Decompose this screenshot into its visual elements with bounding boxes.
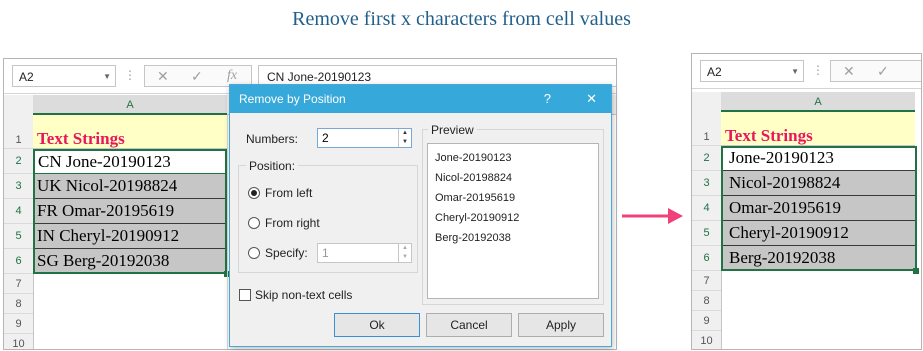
- enter-icon[interactable]: ✓: [877, 63, 889, 80]
- row-headers: 1 2 3 4 5 6 7 8 9 10: [4, 115, 34, 349]
- right-spreadsheet: A2 ▼ ⋮ ✕ ✓ A 1 2 3 4 5 6 7 8 9 10 Text S…: [691, 53, 922, 350]
- spin-down-icon[interactable]: ▼: [399, 138, 411, 147]
- select-all-corner[interactable]: [692, 92, 721, 113]
- row-header-6[interactable]: 6: [4, 249, 33, 274]
- row-header-6[interactable]: 6: [692, 246, 721, 271]
- row-header-7[interactable]: 7: [4, 274, 33, 294]
- cancel-button[interactable]: Cancel: [426, 313, 512, 337]
- row-header-1[interactable]: 1: [4, 115, 33, 149]
- numbers-value: 2: [322, 131, 329, 145]
- preview-item: Cheryl-20190912: [435, 212, 520, 224]
- arrow-right-icon: [622, 208, 683, 224]
- selection-border: [721, 146, 917, 271]
- specify-spin-buttons[interactable]: ▲ ▼: [398, 244, 411, 262]
- select-all-corner[interactable]: [4, 95, 33, 116]
- name-box[interactable]: A2 ▼: [12, 65, 116, 87]
- more-dots-icon: ⋮: [812, 63, 824, 77]
- position-label: Position:: [246, 159, 299, 173]
- cell-a1[interactable]: Text Strings: [721, 112, 915, 146]
- row-header-9[interactable]: 9: [4, 314, 33, 334]
- spin-down-icon[interactable]: ▼: [399, 253, 411, 262]
- grid-line: [227, 115, 228, 349]
- row-header-4[interactable]: 4: [692, 196, 721, 221]
- preview-list[interactable]: Jone-20190123 Nicol-20198824 Omar-201956…: [427, 143, 599, 299]
- from-left-label[interactable]: From left: [265, 186, 312, 200]
- remove-by-position-dialog: Remove by Position ? ✕ Numbers: 2 ▲ ▼ Po…: [229, 84, 612, 347]
- name-box-value: A2: [19, 70, 34, 84]
- preview-item: Jone-20190123: [435, 152, 512, 164]
- cell-a1[interactable]: Text Strings: [33, 115, 227, 149]
- column-header-a[interactable]: A: [33, 95, 227, 115]
- from-right-radio[interactable]: [248, 217, 260, 229]
- row-header-5[interactable]: 5: [692, 221, 721, 246]
- row-header-2[interactable]: 2: [4, 149, 33, 174]
- function-icon[interactable]: fx: [227, 68, 237, 84]
- specify-value: 1: [322, 246, 329, 260]
- name-box[interactable]: A2 ▼: [700, 60, 804, 82]
- specify-label[interactable]: Specify:: [265, 246, 308, 260]
- selection-border: [33, 149, 227, 274]
- dialog-titlebar[interactable]: Remove by Position ? ✕: [230, 85, 611, 113]
- preview-label: Preview: [428, 123, 477, 137]
- help-icon[interactable]: ?: [544, 85, 551, 113]
- row-header-9[interactable]: 9: [692, 311, 721, 331]
- spin-up-icon[interactable]: ▲: [399, 129, 411, 138]
- preview-item: Nicol-20198824: [435, 172, 513, 184]
- enter-icon[interactable]: ✓: [191, 68, 203, 85]
- name-box-value: A2: [707, 65, 722, 79]
- row-header-10[interactable]: 10: [4, 334, 33, 349]
- specify-radio[interactable]: [248, 247, 260, 259]
- row-header-8[interactable]: 8: [692, 291, 721, 311]
- row-header-7[interactable]: 7: [692, 271, 721, 291]
- from-right-label[interactable]: From right: [265, 216, 320, 230]
- numbers-label: Numbers:: [246, 132, 299, 146]
- page-title: Remove first x characters from cell valu…: [292, 8, 631, 30]
- row-header-5[interactable]: 5: [4, 224, 33, 249]
- more-dots-icon: ⋮: [124, 68, 136, 82]
- row-headers: 1 2 3 4 5 6 7 8 9 10: [692, 112, 722, 349]
- chevron-down-icon[interactable]: ▼: [103, 66, 111, 88]
- fill-handle[interactable]: [913, 268, 919, 274]
- specify-stepper[interactable]: 1 ▲ ▼: [317, 243, 412, 263]
- row-header-2[interactable]: 2: [692, 146, 721, 171]
- cancel-icon[interactable]: ✕: [157, 68, 169, 85]
- apply-button[interactable]: Apply: [518, 313, 604, 337]
- column-header-a[interactable]: A: [721, 92, 915, 112]
- skip-non-text-checkbox[interactable]: [239, 289, 251, 301]
- row-header-10[interactable]: 10: [692, 331, 721, 349]
- chevron-down-icon[interactable]: ▼: [791, 61, 799, 83]
- close-icon[interactable]: ✕: [586, 85, 597, 113]
- numbers-stepper[interactable]: 2 ▲ ▼: [317, 128, 412, 148]
- cancel-icon[interactable]: ✕: [843, 63, 855, 80]
- from-left-radio[interactable]: [248, 187, 260, 199]
- preview-item: Omar-20195619: [435, 192, 516, 204]
- row-header-4[interactable]: 4: [4, 199, 33, 224]
- row-header-3[interactable]: 3: [692, 171, 721, 196]
- row-header-8[interactable]: 8: [4, 294, 33, 314]
- formula-bar: A2 ▼ ⋮ ✕ ✓: [692, 54, 921, 89]
- preview-item: Berg-20192038: [435, 232, 511, 244]
- row-header-1[interactable]: 1: [692, 112, 721, 146]
- dialog-title: Remove by Position: [239, 92, 346, 106]
- ok-button[interactable]: Ok: [334, 313, 420, 337]
- row-header-3[interactable]: 3: [4, 174, 33, 199]
- spin-up-icon[interactable]: ▲: [399, 244, 411, 253]
- skip-non-text-label[interactable]: Skip non-text cells: [255, 288, 352, 302]
- formula-buttons: ✕ ✓: [830, 60, 921, 82]
- numbers-spin-buttons[interactable]: ▲ ▼: [398, 129, 411, 147]
